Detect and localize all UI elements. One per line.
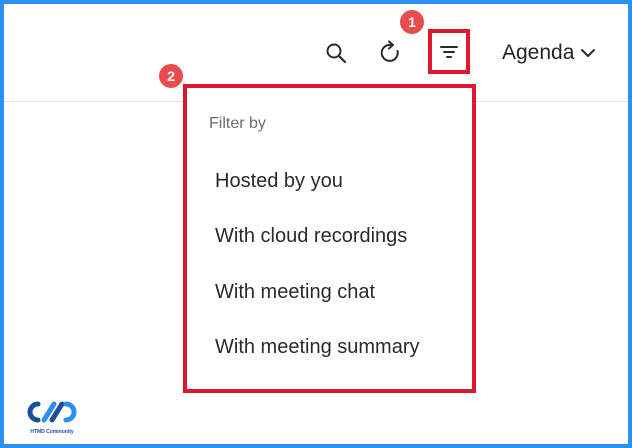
- filter-option-meeting-chat[interactable]: With meeting chat: [215, 277, 465, 307]
- view-selector-label: Agenda: [502, 41, 575, 64]
- refresh-icon: [380, 40, 399, 62]
- filter-icon: [440, 45, 458, 58]
- filter-option-hosted-by-you[interactable]: Hosted by you: [215, 166, 465, 196]
- filter-menu-heading: Filter by: [209, 115, 266, 132]
- app-window: Agenda Filter by Hosted by you With clou…: [4, 4, 628, 444]
- filter-dropdown-menu: Filter by Hosted by you With cloud recor…: [183, 84, 476, 393]
- htmd-community-logo: HTMD Community: [22, 396, 82, 440]
- view-selector[interactable]: Agenda: [502, 40, 596, 66]
- annotation-badge-2: 2: [159, 64, 183, 88]
- chevron-down-icon: [581, 49, 596, 57]
- logo-mark-icon: [27, 401, 77, 423]
- filter-option-meeting-summary[interactable]: With meeting summary: [215, 332, 465, 362]
- search-button[interactable]: [319, 36, 353, 70]
- filter-button[interactable]: [428, 29, 470, 74]
- refresh-button[interactable]: [374, 36, 408, 70]
- logo-text: HTMD Community: [30, 429, 74, 435]
- annotation-badge-1: 1: [400, 10, 424, 34]
- filter-option-cloud-recordings[interactable]: With cloud recordings: [215, 221, 465, 251]
- search-icon: [326, 43, 347, 64]
